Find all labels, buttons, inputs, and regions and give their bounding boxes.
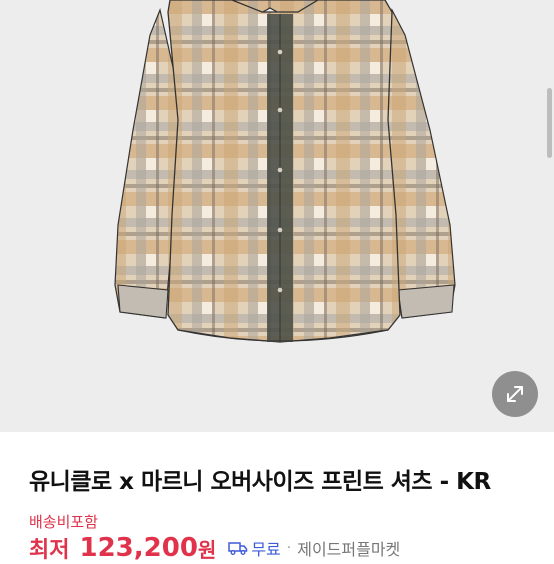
price-row: 최저 123,200 원 무료 · 제이드퍼플마켓 — [29, 533, 400, 563]
price-currency-unit: 원 — [197, 537, 217, 562]
lowest-price-label: 최저 — [29, 538, 70, 563]
expand-diagonal-arrows-icon — [507, 386, 523, 402]
scrollbar[interactable] — [547, 88, 552, 158]
seller-name[interactable]: 제이드퍼플마켓 — [297, 536, 400, 560]
product-title: 유니클로 x 마르니 오버사이즈 프린트 셔츠 - KR — [29, 469, 491, 495]
product-image-oversized-check-shirt[interactable] — [0, 0, 554, 432]
shipping-included-note: 배송비포함 — [29, 513, 99, 531]
free-delivery-label: 무료 — [251, 540, 281, 559]
expand-image-button[interactable] — [492, 371, 538, 417]
product-image-area — [0, 0, 554, 432]
price-value: 123,200 — [79, 533, 198, 563]
